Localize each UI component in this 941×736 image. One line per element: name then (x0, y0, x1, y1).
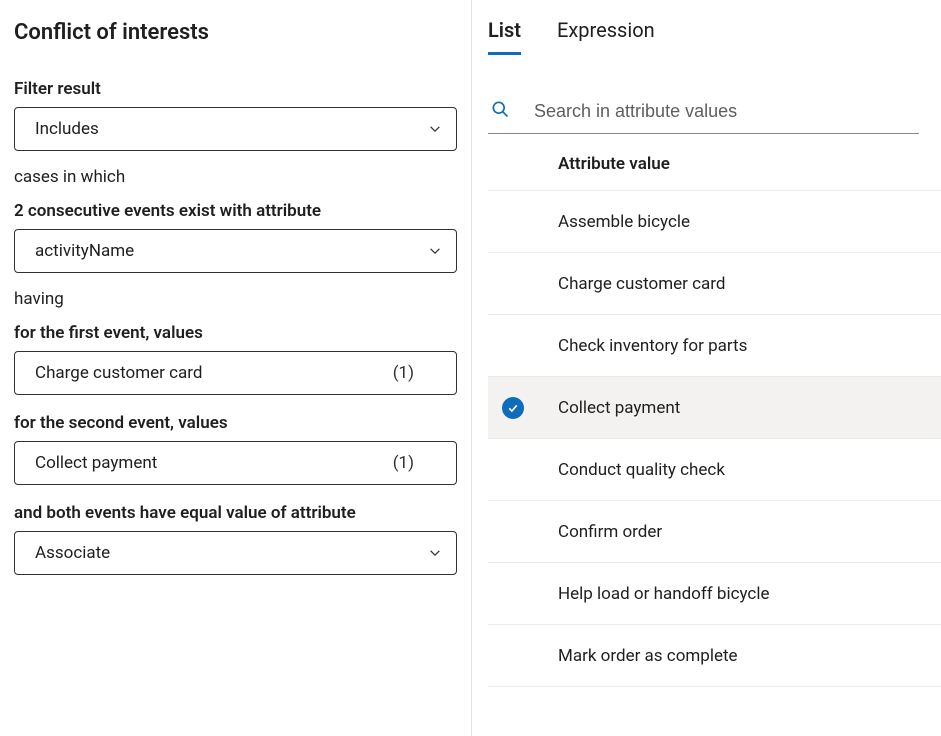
values-panel: List Expression Attribute value Assemble… (472, 0, 941, 736)
first-event-value: Charge customer card (35, 363, 202, 383)
equal-attr-select[interactable]: Associate (14, 531, 457, 575)
attribute-value-row[interactable]: Mark order as complete (488, 625, 941, 687)
first-event-count: (1) (393, 363, 414, 383)
attribute-value-label: Assemble bicycle (558, 212, 690, 232)
attribute-value-label: Collect payment (558, 398, 680, 418)
attribute-value-row[interactable]: Assemble bicycle (488, 191, 941, 253)
consecutive-attr-select[interactable]: activityName (14, 229, 457, 273)
first-event-select[interactable]: Charge customer card (1) (14, 351, 457, 395)
filter-result-label: Filter result (14, 79, 457, 99)
second-event-value: Collect payment (35, 453, 157, 473)
cases-label: cases in which (14, 167, 457, 187)
attribute-value-row[interactable]: Collect payment (488, 377, 941, 439)
filter-result-value: Includes (35, 119, 99, 139)
search-icon (490, 99, 510, 123)
filter-result-select[interactable]: Includes (14, 107, 457, 151)
having-label: having (14, 289, 457, 309)
consecutive-attr-value: activityName (35, 241, 134, 261)
attribute-value-row[interactable]: Confirm order (488, 501, 941, 563)
attribute-value-label: Mark order as complete (558, 646, 738, 666)
tabs: List Expression (488, 18, 941, 55)
attribute-value-row[interactable]: Check inventory for parts (488, 315, 941, 377)
attribute-value-label: Charge customer card (558, 274, 725, 294)
attribute-value-list: Assemble bicycle Charge customer card Chec… (488, 191, 941, 687)
consecutive-attr-label: 2 consecutive events exist with attribut… (14, 201, 457, 221)
second-event-count: (1) (393, 453, 414, 473)
attribute-value-header: Attribute value (488, 134, 941, 191)
attribute-value-row[interactable]: Charge customer card (488, 253, 941, 315)
attribute-value-label: Help load or handoff bicycle (558, 584, 769, 604)
check-icon (502, 397, 524, 419)
search-row (488, 93, 919, 134)
chevron-down-icon (428, 122, 442, 136)
attribute-value-row[interactable]: Conduct quality check (488, 439, 941, 501)
tab-expression[interactable]: Expression (557, 18, 655, 55)
attribute-value-label: Conduct quality check (558, 460, 725, 480)
equal-attr-label: and both events have equal value of attr… (14, 503, 457, 523)
second-event-label: for the second event, values (14, 413, 457, 433)
chevron-down-icon (428, 244, 442, 258)
chevron-down-icon (428, 546, 442, 560)
search-input[interactable] (532, 100, 917, 123)
equal-attr-value: Associate (35, 543, 110, 563)
attribute-value-row[interactable]: Help load or handoff bicycle (488, 563, 941, 625)
page-title: Conflict of interests (14, 20, 457, 45)
attribute-value-label: Check inventory for parts (558, 336, 747, 356)
second-event-select[interactable]: Collect payment (1) (14, 441, 457, 485)
filter-panel: Conflict of interests Filter result Incl… (0, 0, 472, 736)
row-check-slot (502, 397, 558, 419)
first-event-label: for the first event, values (14, 323, 457, 343)
attribute-value-label: Confirm order (558, 522, 662, 542)
tab-list[interactable]: List (488, 18, 521, 55)
